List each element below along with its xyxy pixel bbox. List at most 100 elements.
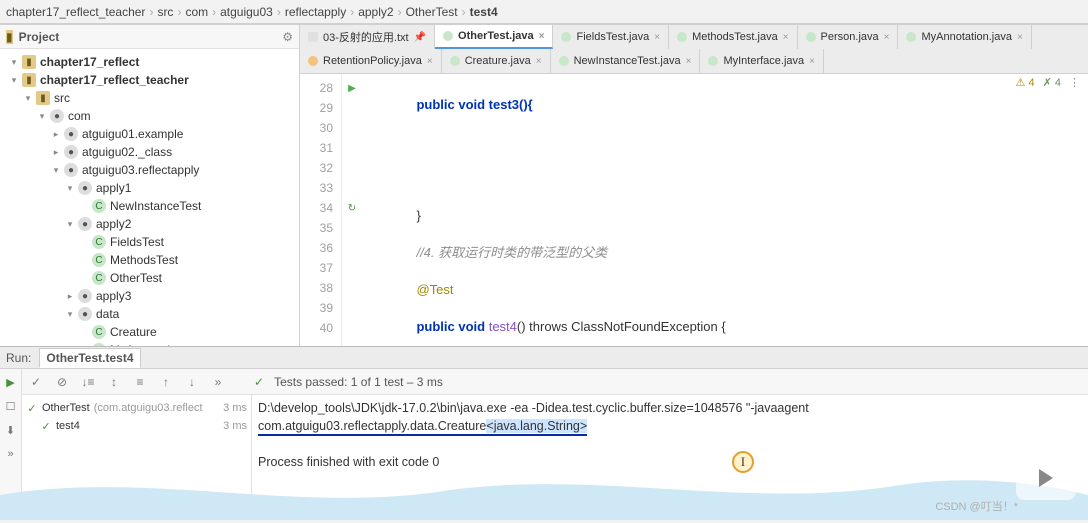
tree-label: MethodsTest [110, 253, 178, 267]
editor-tab[interactable]: MyInterface.java× [700, 49, 824, 73]
chevron-icon[interactable]: ▾ [8, 74, 20, 86]
tab-label: Person.java [821, 31, 879, 43]
tree-row[interactable]: C NewInstanceTest [0, 197, 299, 215]
tree-label: apply2 [96, 217, 131, 231]
chevron-icon[interactable]: ▾ [64, 218, 76, 230]
close-icon[interactable]: × [427, 56, 433, 67]
crumb[interactable]: com [185, 5, 208, 19]
chevron-icon[interactable]: ▾ [8, 56, 20, 68]
tree-row[interactable]: ▾●apply2 [0, 215, 299, 233]
inspection-indicators[interactable]: ⚠ 4 ✗ 4 ⋮ [1016, 76, 1080, 89]
crumb[interactable]: chapter17_reflect_teacher [6, 5, 145, 19]
tree-row[interactable]: COtherTest [0, 269, 299, 287]
close-icon[interactable]: × [1017, 32, 1023, 43]
cls-icon: C [92, 325, 106, 339]
run-side-toolbar[interactable]: ▶ ☐ ⬇ » [0, 369, 22, 520]
tree-row[interactable]: ▸● atguigu01.example [0, 125, 299, 143]
editor-tabs[interactable]: 03-反射的应用.txt 📌 OtherTest.java×FieldsTest.j… [300, 25, 1088, 74]
pkg-icon: ● [50, 109, 64, 123]
chevron-icon[interactable] [78, 326, 90, 338]
run-panel: Run: OtherTest.test4 ▶ ☐ ⬇ » ✓ ⊘ ↓≡ ↕ ≡ … [0, 346, 1088, 520]
editor-tab[interactable]: NewInstanceTest.java× [551, 49, 701, 73]
tree-label: data [96, 307, 119, 321]
crumb[interactable]: reflectapply [285, 5, 346, 19]
collapse-icon: ≡ [132, 374, 148, 390]
close-icon[interactable]: × [809, 56, 815, 67]
editor-tab[interactable]: FieldsTest.java× [553, 25, 669, 49]
folder-icon: ▮ [22, 73, 36, 87]
cls-icon: C [92, 253, 106, 267]
tree-row[interactable]: CFieldsTest [0, 233, 299, 251]
tree-row[interactable]: ▸●apply3 [0, 287, 299, 305]
gear-icon[interactable]: ⚙ [282, 30, 293, 44]
run-tab[interactable]: OtherTest.test4 [39, 348, 140, 368]
editor-tab[interactable]: 03-反射的应用.txt 📌 [300, 25, 435, 49]
tree-row[interactable]: ▾●atguigu03.reflectapply [0, 161, 299, 179]
editor-tab[interactable]: RetentionPolicy.java× [300, 49, 442, 73]
editor-tab[interactable]: MyAnnotation.java× [898, 25, 1031, 49]
editor-tab[interactable]: OtherTest.java× [435, 25, 553, 49]
chevron-icon[interactable]: ▸ [50, 128, 62, 140]
chevron-icon[interactable]: ▾ [22, 92, 34, 104]
chevron-icon[interactable] [78, 200, 90, 212]
file-icon [806, 32, 816, 42]
tree-row[interactable]: ▾●com [0, 107, 299, 125]
crumb[interactable]: test4 [470, 5, 498, 19]
tree-row[interactable]: ▾●apply1 [0, 179, 299, 197]
tree-row[interactable]: C MethodsTest [0, 251, 299, 269]
close-icon[interactable]: × [539, 31, 545, 42]
project-sidebar: ▮ Project ⚙ ▾▮chapter17_reflect▾▮chapter… [0, 25, 300, 346]
chevron-icon[interactable] [78, 272, 90, 284]
up-icon: ↑ [158, 374, 174, 390]
close-icon[interactable]: × [654, 32, 660, 43]
tree-label: NewInstanceTest [110, 199, 201, 213]
chevron-icon[interactable]: ▾ [64, 308, 76, 320]
chevron-icon[interactable]: ▾ [64, 182, 76, 194]
tree-row[interactable]: ▸●atguigu02._class [0, 143, 299, 161]
tab-label: 03-反射的应用.txt [323, 29, 409, 45]
editor-tab[interactable]: MethodsTest.java× [669, 25, 797, 49]
crumb[interactable]: apply2 [358, 5, 393, 19]
tree-label: apply1 [96, 181, 131, 195]
editor: 03-反射的应用.txt 📌 OtherTest.java×FieldsTest.j… [300, 25, 1088, 346]
crumb[interactable]: src [157, 5, 173, 19]
filter-icon: ⊘ [54, 374, 70, 390]
code[interactable]: public void test3(){ } //4. 获取运行时类的带泛型的父… [362, 74, 1088, 346]
crumb[interactable]: OtherTest [406, 5, 458, 19]
project-tree[interactable]: ▾▮chapter17_reflect▾▮chapter17_reflect_t… [0, 49, 299, 346]
chevron-icon[interactable] [78, 236, 90, 248]
tree-row[interactable]: ▾▮src [0, 89, 299, 107]
play-overlay-icon [1016, 456, 1076, 500]
editor-tab[interactable]: Person.java × [798, 25, 899, 49]
close-icon[interactable]: × [686, 56, 692, 67]
chevron-icon[interactable] [78, 254, 90, 266]
pkg-icon: ● [64, 163, 78, 177]
down-icon: ⬇ [4, 423, 18, 437]
project-tool-icon: ▮ [6, 30, 13, 44]
pin-icon[interactable]: 📌 [414, 32, 426, 43]
close-icon[interactable]: × [536, 56, 542, 67]
chevron-icon[interactable]: ▸ [50, 146, 62, 158]
chevron-icon[interactable]: ▾ [50, 164, 62, 176]
file-icon [450, 56, 460, 66]
text-cursor-icon: I [732, 451, 754, 473]
tree-label: atguigu01.example [82, 127, 183, 141]
tree-row[interactable]: ▾●data [0, 305, 299, 323]
more-icon: » [4, 447, 18, 461]
editor-tab[interactable]: Creature.java× [442, 49, 551, 73]
tree-row[interactable]: ▾▮ chapter17_reflect_teacher [0, 71, 299, 89]
tree-label: Creature [110, 325, 157, 339]
close-icon[interactable]: × [783, 32, 789, 43]
tree-label: src [54, 91, 70, 105]
test-toolbar[interactable]: ✓ ⊘ ↓≡ ↕ ≡ ↑ ↓ » ✓ Tests passed: 1 of 1 … [22, 369, 1088, 395]
chevron-icon[interactable]: ▾ [36, 110, 48, 122]
pkg-icon: ● [64, 127, 78, 141]
test-tree[interactable]: ✓OtherTest (com.atguigu03.reflect3 ms ✓t… [22, 395, 252, 520]
crumb[interactable]: atguigu03 [220, 5, 273, 19]
tree-label: chapter17_reflect_teacher [40, 73, 189, 87]
chevron-icon[interactable]: ▸ [64, 290, 76, 302]
close-icon[interactable]: × [884, 32, 890, 43]
tree-row[interactable]: C Creature [0, 323, 299, 341]
cls-icon: C [92, 199, 106, 213]
tree-row[interactable]: ▾▮chapter17_reflect [0, 53, 299, 71]
